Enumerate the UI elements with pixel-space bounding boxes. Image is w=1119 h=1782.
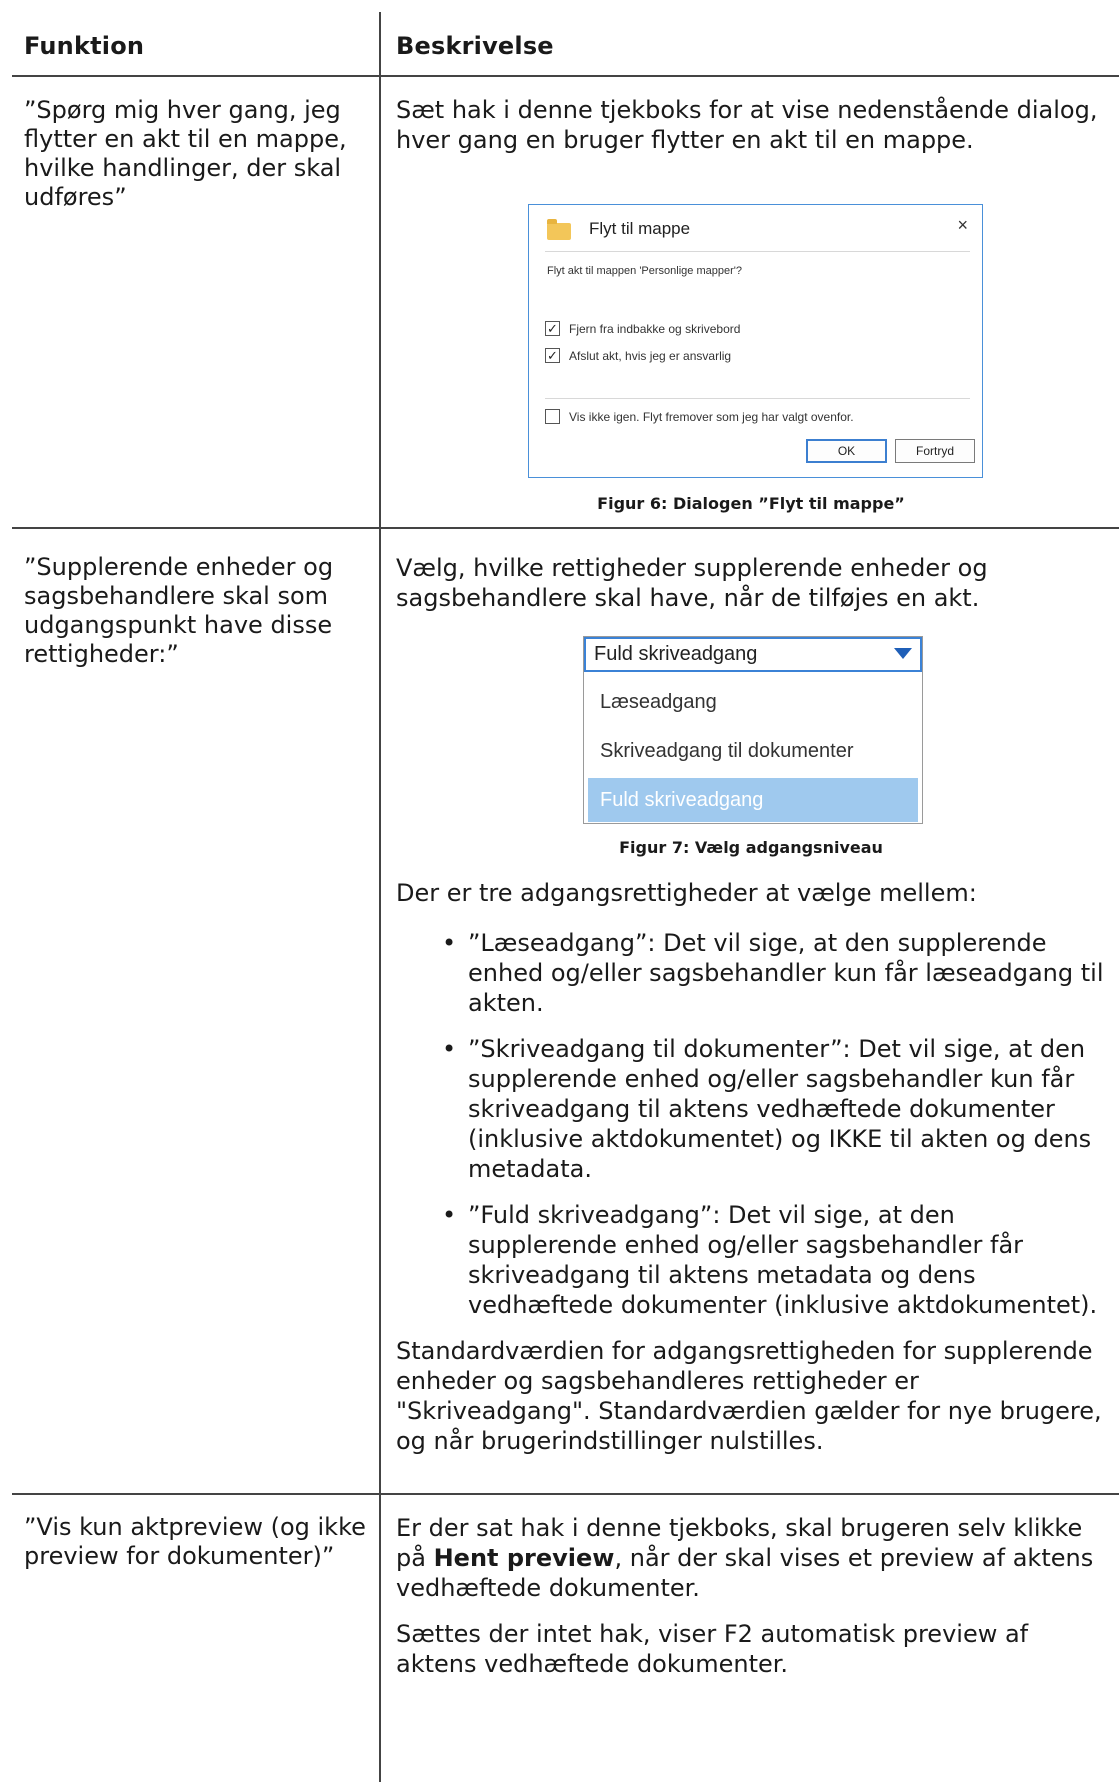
row3-description-2: Sættes der intet hak, viser F2 automatis… [396,1620,1029,1678]
dialog-title: Flyt til mappe [589,219,691,238]
column-divider [379,12,381,1782]
figure-6-caption: Figur 6: Dialogen ”Flyt til mappe” [597,494,905,513]
row2-function: ”Supplerende enheder og sagsbehandlere s… [24,553,334,668]
access-rights-list: ”Læseadgang”: Det vil sige, at den suppl… [396,928,1106,1320]
list-item: ”Læseadgang”: Det vil sige, at den suppl… [396,928,1106,1018]
finish-act-checkbox[interactable]: ✓ [545,348,560,363]
row3-body: Er der sat hak i denne tjekboks, skal br… [396,1513,1106,1691]
close-icon[interactable]: × [957,215,968,236]
dialog-divider-bottom [545,398,970,399]
row1-function: ”Spørg mig hver gang, jeg flytter en akt… [24,96,347,211]
option-fuld-skriveadgang[interactable]: Fuld skriveadgang [588,778,918,822]
chevron-down-icon[interactable] [894,648,912,659]
row-divider-2 [12,1493,1119,1495]
folder-icon [547,219,571,240]
finish-act-label: Afslut akt, hvis jeg er ansvarlig [569,349,732,363]
access-level-dropdown: Fuld skriveadgang Læseadgang Skriveadgan… [583,636,923,824]
list-item: ”Skriveadgang til dokumenter”: Det vil s… [396,1034,1106,1184]
ok-button[interactable]: OK [806,439,887,463]
option-laeseadgang[interactable]: Læseadgang [588,680,918,724]
row-divider-1 [12,527,1119,529]
dialog-divider [545,251,970,252]
dialog-question: Flyt akt til mappen 'Personlige mapper'? [547,265,742,277]
option-skriveadgang-dokumenter[interactable]: Skriveadgang til dokumenter [588,729,918,773]
cancel-button[interactable]: Fortryd [895,439,975,463]
dont-show-again-label: Vis ikke igen. Flyt fremover som jeg har… [569,410,854,424]
access-level-select[interactable]: Fuld skriveadgang [584,637,922,672]
figure-7-caption: Figur 7: Vælg adgangsniveau [619,838,883,857]
row2-description: Vælg, hvilke rettigheder supplerende enh… [396,554,988,612]
header-beskrivelse: Beskrivelse [396,32,554,60]
row3-function: ”Vis kun aktpreview (og ikke preview for… [24,1513,366,1570]
list-item: ”Fuld skriveadgang”: Det vil sige, at de… [396,1200,1106,1320]
remove-from-inbox-checkbox[interactable]: ✓ [545,321,560,336]
row2-body: Der er tre adgangsrettigheder at vælge m… [396,878,1106,1468]
standard-value-text: Standardværdien for adgangsrettigheden f… [396,1337,1102,1455]
dont-show-again-checkbox[interactable] [545,409,560,424]
hent-preview-text: Hent preview [433,1544,615,1572]
row3-description: Er der sat hak i denne tjekboks, skal br… [396,1513,1106,1603]
access-rights-intro: Der er tre adgangsrettigheder at vælge m… [396,879,977,907]
header-funktion: Funktion [24,32,145,60]
row1-description: Sæt hak i denne tjekboks for at vise ned… [396,96,1098,154]
remove-from-inbox-label: Fjern fra indbakke og skrivebord [569,322,741,336]
move-to-folder-dialog: Flyt til mappe × Flyt akt til mappen 'Pe… [528,204,983,478]
header-bottom-border [12,75,1119,77]
